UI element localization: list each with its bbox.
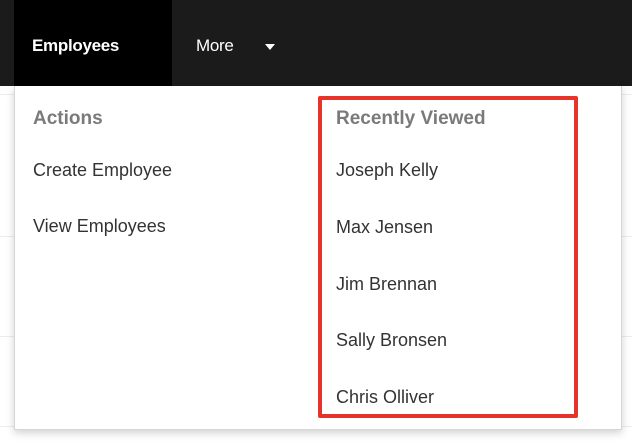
create-employee-link[interactable]: Create Employee — [33, 160, 172, 181]
tab-employees[interactable]: Employees — [14, 0, 172, 86]
caret-down-icon — [265, 44, 275, 50]
actions-heading: Actions — [33, 108, 103, 129]
more-menu-button[interactable]: More — [178, 0, 278, 86]
employees-dropdown-menu: Actions Create Employee View Employees R… — [14, 86, 622, 430]
tab-employees-label: Employees — [32, 36, 120, 55]
recently-viewed-highlight-box — [318, 96, 578, 418]
view-employees-link[interactable]: View Employees — [33, 216, 166, 237]
top-navbar: Employees More — [0, 0, 632, 86]
more-menu-label: More — [196, 36, 234, 55]
